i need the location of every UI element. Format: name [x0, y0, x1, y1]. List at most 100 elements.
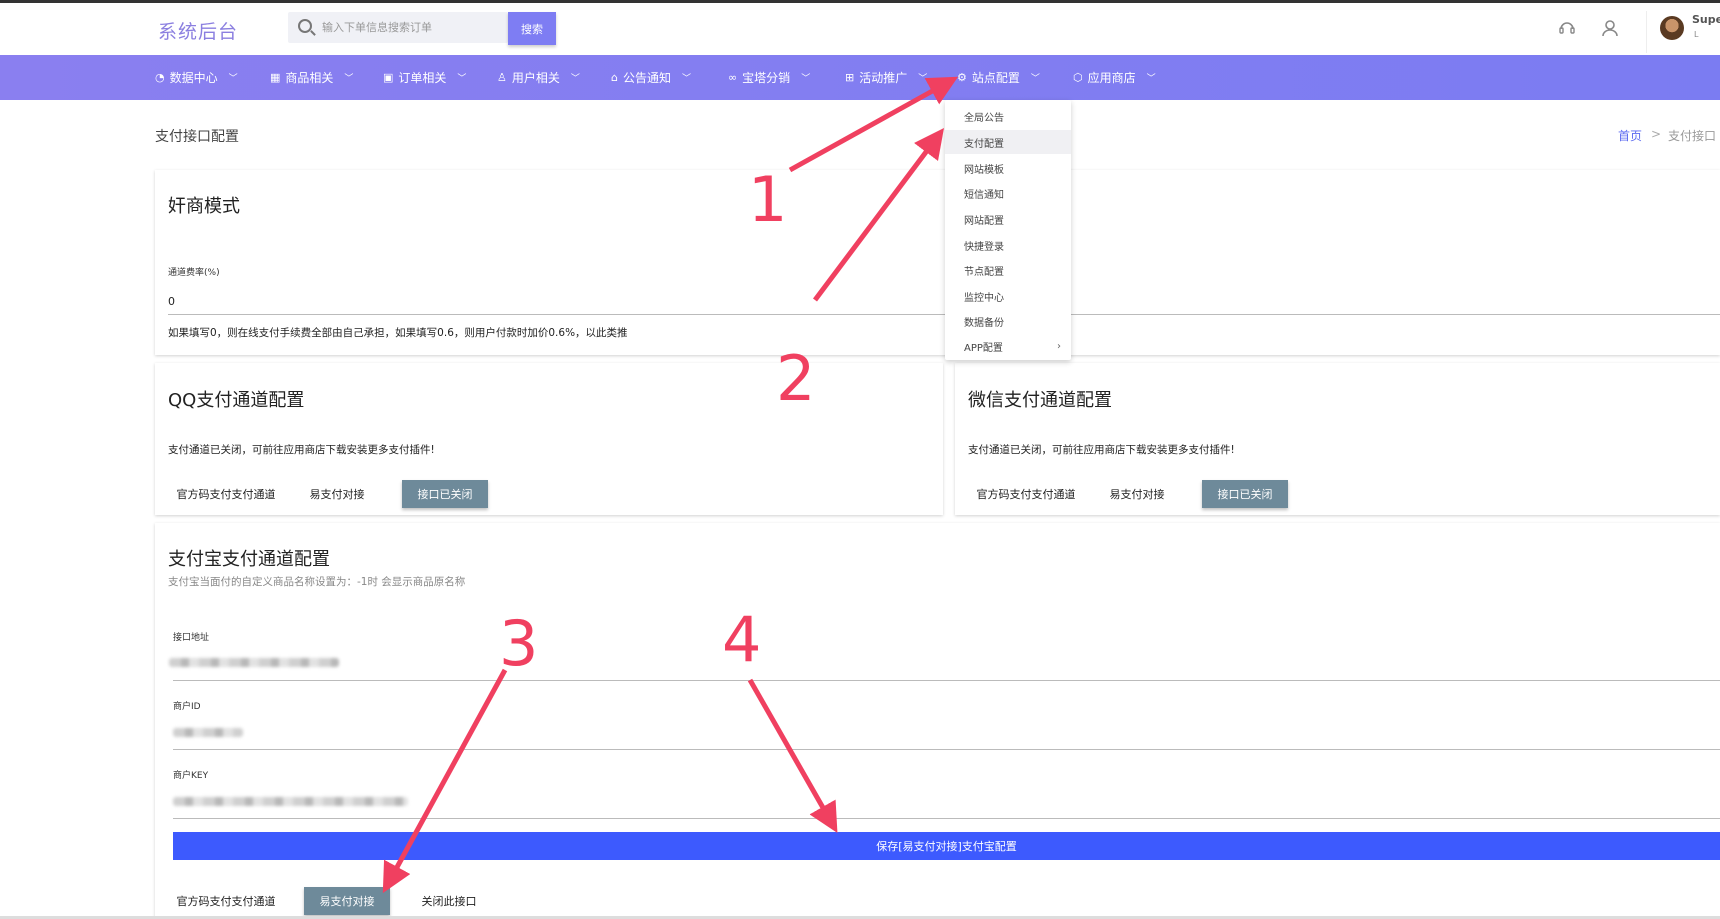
qq-pay-card: QQ支付通道配置 支付通道已关闭，可前往应用商店下载安装更多支付插件! 官方码支…	[155, 363, 943, 515]
grid-icon: ▦	[270, 71, 281, 84]
nav-item-app-store[interactable]: ⬡ 应用商店 ﹀	[1073, 55, 1156, 100]
field-underline	[173, 818, 1720, 819]
breadcrumb-home[interactable]: 首页	[1618, 127, 1642, 144]
user-role: L	[1694, 30, 1699, 39]
chevron-down-icon: ﹀	[1146, 74, 1156, 84]
annotation-number-2: 2	[776, 342, 816, 415]
dashboard-icon: ◔	[155, 71, 165, 84]
nav-label: 应用商店	[1087, 71, 1136, 85]
tab-epay[interactable]: 易支付对接	[304, 887, 390, 915]
annotation-number-4: 4	[722, 603, 762, 676]
field-underline	[173, 680, 1720, 681]
nav-label: 订单相关	[398, 71, 447, 85]
menu-item-node-config[interactable]: 节点配置	[945, 258, 1071, 282]
search-icon	[298, 19, 312, 33]
tab-official-code-pay[interactable]: 官方码支付支付通道	[168, 887, 284, 915]
tab-interface-closed[interactable]: 接口已关闭	[402, 480, 488, 508]
nav-item-distribution[interactable]: ∞ 宝塔分销 ﹀	[728, 55, 810, 100]
rate-field[interactable]: 0	[168, 295, 175, 308]
tab-epay[interactable]: 易支付对接	[301, 480, 373, 508]
nav-item-site-config[interactable]: ⚙ 站点配置 ﹀	[957, 55, 1040, 100]
avatar[interactable]	[1660, 16, 1684, 40]
alipay-subtitle: 支付宝当面付的自定义商品名称设置为：-1时 会显示商品原名称	[168, 576, 466, 588]
tab-epay[interactable]: 易支付对接	[1101, 480, 1173, 508]
gear-icon: ⚙	[957, 71, 967, 84]
menu-item-site-config[interactable]: 网站配置	[945, 207, 1071, 231]
chevron-right-icon: ›	[1057, 340, 1061, 352]
nav-item-notices[interactable]: ⌂ 公告通知 ﹀	[611, 55, 691, 100]
chevron-down-icon: ﹀	[344, 74, 354, 84]
headset-icon[interactable]	[1557, 18, 1577, 38]
nav-item-data-center[interactable]: ◔ 数据中心 ﹀	[155, 55, 238, 100]
nav-label: 宝塔分销	[742, 71, 791, 85]
search-box[interactable]	[288, 12, 508, 43]
chevron-down-icon: ﹀	[1030, 74, 1040, 84]
nav-item-orders[interactable]: ▣ 订单相关 ﹀	[383, 55, 466, 100]
cube-icon: ⬡	[1073, 71, 1083, 84]
chevron-down-icon: ﹀	[570, 74, 580, 84]
user-profile-icon[interactable]	[1600, 18, 1620, 38]
field-key-value-redacted[interactable]	[173, 797, 408, 806]
field-url-value-redacted[interactable]	[169, 658, 339, 667]
order-icon: ▣	[383, 71, 394, 84]
chevron-down-icon: ﹀	[228, 74, 238, 84]
nav-item-products[interactable]: ▦ 商品相关 ﹀	[270, 55, 353, 100]
header-divider	[1646, 11, 1647, 53]
menu-item-payment-config[interactable]: 支付配置	[945, 130, 1071, 154]
menu-item-quick-login[interactable]: 快捷登录	[945, 233, 1071, 257]
user-icon: ♙	[497, 71, 507, 84]
card-title: 微信支付通道配置	[968, 390, 1112, 411]
tab-close-interface[interactable]: 关闭此接口	[411, 887, 487, 915]
wechat-pay-card: 微信支付通道配置 支付通道已关闭，可前往应用商店下载安装更多支付插件! 官方码支…	[955, 363, 1720, 515]
field-mid-value-redacted[interactable]	[173, 728, 243, 737]
search-button[interactable]: 搜索	[508, 12, 556, 45]
channel-notice: 支付通道已关闭，可前往应用商店下载安装更多支付插件!	[168, 444, 435, 456]
app-logo[interactable]: 系统后台	[158, 17, 238, 44]
search-input[interactable]	[322, 12, 502, 43]
chevron-down-icon: ﹀	[682, 74, 692, 84]
annotation-number-3: 3	[499, 607, 539, 680]
menu-item-site-template[interactable]: 网站模板	[945, 156, 1071, 180]
card-title: 支付宝支付通道配置	[168, 549, 330, 570]
field-key-label: 商户KEY	[173, 771, 209, 781]
rate-help-text: 如果填写0，则在线支付手续费全部由自己承担，如果填写0.6，则用户付款时加价0.…	[168, 327, 628, 339]
rate-label: 通道费率(%)	[168, 268, 220, 278]
nav-item-promotions[interactable]: ⊞ 活动推广 ﹀	[845, 55, 927, 100]
field-underline	[173, 749, 1720, 750]
share-icon: ∞	[728, 71, 738, 84]
card-title: 奸商模式	[168, 196, 240, 217]
nav-label: 活动推广	[859, 71, 908, 85]
nav-label: 站点配置	[971, 71, 1020, 85]
nav-label: 用户相关	[511, 71, 560, 85]
tab-official-code-pay[interactable]: 官方码支付支付通道	[968, 480, 1084, 508]
card-title: QQ支付通道配置	[168, 390, 305, 411]
main-nav: ◔ 数据中心 ﹀ ▦ 商品相关 ﹀ ▣ 订单相关 ﹀ ♙ 用户相关 ﹀ ⌂ 公告…	[0, 55, 1720, 100]
gift-icon: ⊞	[845, 71, 855, 84]
breadcrumb-current: 支付接口	[1668, 129, 1717, 143]
chevron-down-icon: ﹀	[457, 74, 467, 84]
save-alipay-config-button[interactable]: 保存[易支付对接]支付宝配置	[173, 832, 1720, 860]
nav-label: 商品相关	[285, 71, 334, 85]
user-name[interactable]: Supe	[1692, 13, 1720, 26]
menu-item-monitor-center[interactable]: 监控中心	[945, 284, 1071, 308]
nav-item-users[interactable]: ♙ 用户相关 ﹀	[497, 55, 580, 100]
menu-item-sms-notice[interactable]: 短信通知	[945, 181, 1071, 205]
menu-item-label: APP配置	[964, 342, 1003, 354]
channel-notice: 支付通道已关闭，可前往应用商店下载安装更多支付插件!	[968, 444, 1235, 456]
nav-label: 公告通知	[622, 71, 671, 85]
field-mid-label: 商户ID	[173, 702, 201, 712]
chevron-down-icon: ﹀	[918, 74, 928, 84]
menu-item-global-notice[interactable]: 全局公告	[945, 104, 1071, 128]
chevron-down-icon: ﹀	[801, 74, 811, 84]
notice-icon: ⌂	[611, 71, 618, 84]
tab-official-code-pay[interactable]: 官方码支付支付通道	[168, 480, 284, 508]
menu-item-app-config[interactable]: APP配置 ›	[945, 334, 1071, 358]
menu-item-data-backup[interactable]: 数据备份	[945, 309, 1071, 333]
rate-field-underline	[168, 314, 1720, 315]
site-config-dropdown: 全局公告 支付配置 网站模板 短信通知 网站配置 快捷登录 节点配置 监控中心 …	[945, 100, 1071, 360]
merchant-mode-card: 奸商模式 通道费率(%) 0 如果填写0，则在线支付手续费全部由自己承担，如果填…	[155, 170, 1720, 355]
breadcrumb-separator: >	[1651, 127, 1662, 141]
nav-label: 数据中心	[169, 71, 218, 85]
header: 系统后台 搜索 Supe L	[0, 3, 1720, 55]
tab-interface-closed[interactable]: 接口已关闭	[1202, 480, 1288, 508]
